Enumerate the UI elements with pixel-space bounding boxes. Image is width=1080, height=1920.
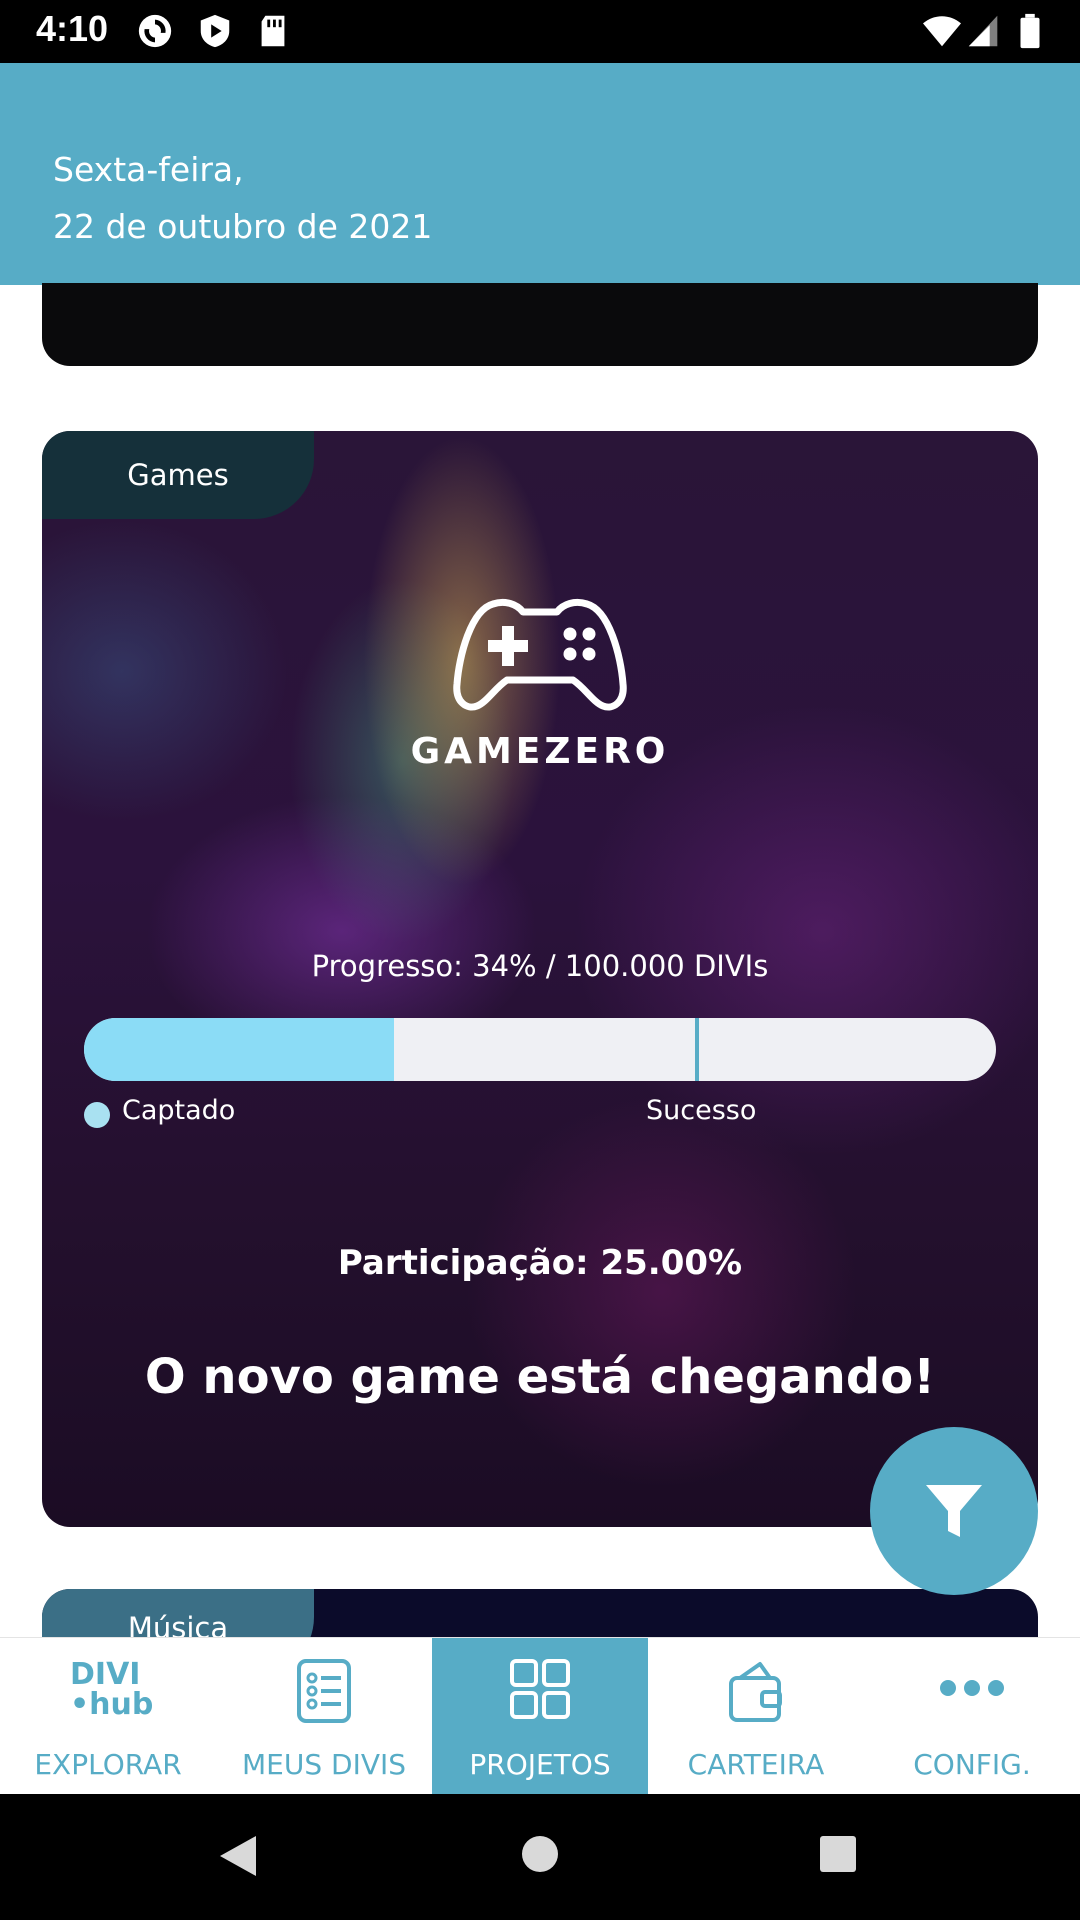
play-shield-icon bbox=[200, 14, 230, 48]
previous-project-card[interactable] bbox=[42, 283, 1038, 366]
nav-projetos-label: PROJETOS bbox=[469, 1748, 611, 1781]
nav-config[interactable]: CONFIG. bbox=[864, 1638, 1080, 1795]
nav-config-label: CONFIG. bbox=[913, 1748, 1031, 1781]
filter-icon bbox=[926, 1485, 982, 1537]
wifi-icon bbox=[923, 16, 961, 47]
gamezero-logo-text: GAMEZERO bbox=[410, 731, 670, 772]
captado-legend-label: Captado bbox=[122, 1095, 236, 1126]
captado-legend-dot bbox=[84, 1102, 110, 1128]
filter-button[interactable] bbox=[870, 1427, 1038, 1595]
category-tag: Games bbox=[42, 431, 314, 519]
project-card[interactable]: Games GAMEZERO Progresso: 34% / 100.000 … bbox=[42, 431, 1038, 1527]
nav-explorar-label: EXPLORAR bbox=[34, 1748, 182, 1781]
cellular-signal-icon bbox=[968, 15, 998, 47]
category-label: Games bbox=[127, 458, 229, 492]
nav-carteira[interactable]: CARTEIRA bbox=[648, 1638, 864, 1795]
system-navigation-bar bbox=[0, 1794, 1080, 1920]
more-dots-icon bbox=[940, 1680, 1004, 1696]
nav-meus-divis-label: MEUS DIVIS bbox=[241, 1748, 407, 1781]
list-document-icon bbox=[297, 1659, 351, 1723]
weekday-label: Sexta-feira, bbox=[53, 150, 244, 189]
wallet-icon bbox=[729, 1662, 782, 1722]
sd-card-icon bbox=[261, 15, 285, 47]
header-date: Sexta-feira, 22 de outubro de 2021 bbox=[53, 141, 432, 255]
progress-label: Progresso: 34% / 100.000 DIVIs bbox=[311, 949, 769, 983]
nav-meus-divis[interactable]: MEUS DIVIS bbox=[216, 1638, 432, 1795]
sync-app-icon bbox=[138, 14, 172, 48]
recents-icon[interactable] bbox=[818, 1834, 858, 1874]
project-title: O novo game está chegando! bbox=[144, 1349, 936, 1405]
header: Sexta-feira, 22 de outubro de 2021 bbox=[0, 63, 1080, 285]
nav-carteira-label: CARTEIRA bbox=[687, 1748, 825, 1781]
divi-hub-logo: DIVI •hub bbox=[70, 1657, 154, 1722]
nav-projetos[interactable]: PROJETOS bbox=[432, 1638, 648, 1795]
bottom-navigation: DIVI •hub EXPLORAR MEUS DIVIS PROJETOS C… bbox=[0, 1637, 1080, 1795]
status-time: 4:10 bbox=[36, 8, 109, 49]
status-bar: 4:10 bbox=[0, 0, 1080, 63]
date-label: 22 de outubro de 2021 bbox=[53, 207, 433, 246]
nav-explorar[interactable]: DIVI •hub EXPLORAR bbox=[0, 1638, 216, 1795]
progress-fill bbox=[84, 1018, 394, 1081]
progress-bar bbox=[84, 1018, 996, 1081]
success-marker bbox=[695, 1018, 699, 1081]
battery-icon bbox=[1020, 13, 1040, 49]
participation-label: Participação: 25.00% bbox=[337, 1243, 743, 1283]
gamepad-icon bbox=[453, 598, 627, 711]
home-icon[interactable] bbox=[520, 1834, 560, 1874]
back-icon[interactable] bbox=[216, 1832, 260, 1880]
sucesso-legend-label: Sucesso bbox=[646, 1095, 757, 1126]
grid-icon bbox=[510, 1659, 570, 1719]
